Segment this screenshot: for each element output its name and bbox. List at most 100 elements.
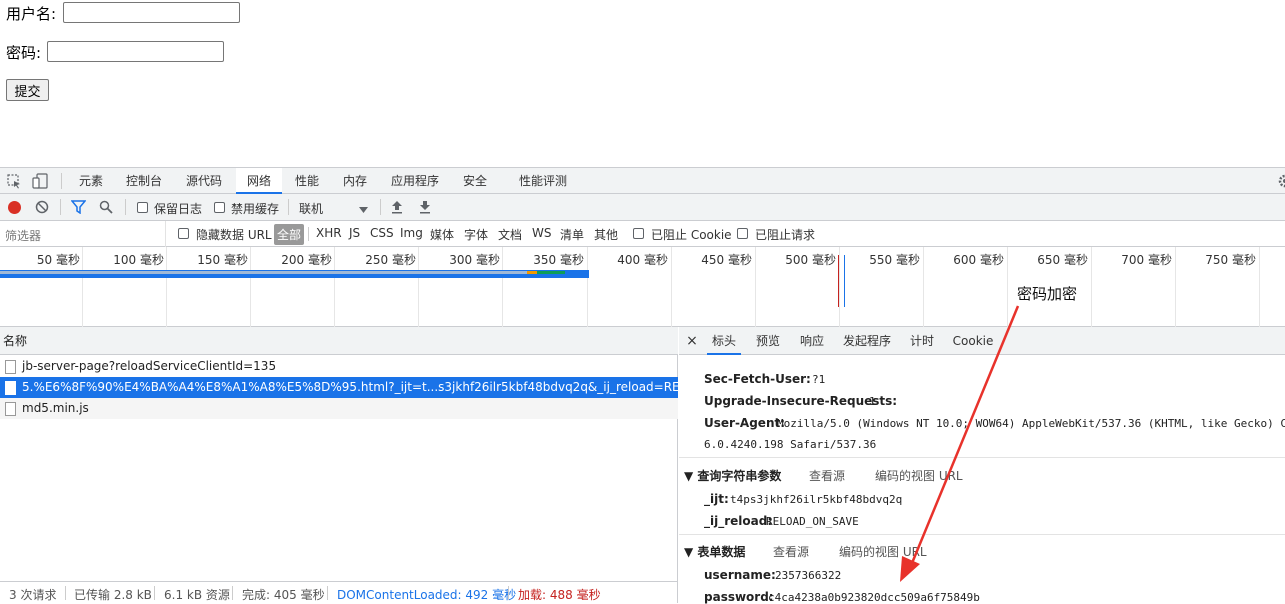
filter-icon[interactable] [70,200,87,217]
column-header-name[interactable]: 名称 [0,327,678,355]
devtools-panel: 元素 控制台 源代码 网络 性能 内存 应用程序 安全 性能评测 保留日志 禁用… [0,167,1285,604]
network-filterbar: 筛选器 隐藏数据 URL 全部 XHR JS CSS Img 媒体 字体 文档 … [0,221,1285,247]
password-input[interactable] [47,41,224,62]
header-value-continued: 6.0.4240.198 Safari/537.36 [704,438,877,451]
file-icon [5,381,16,395]
header-value: 1 [869,395,876,408]
tick-label: 750 毫秒 [1205,253,1256,267]
tab-console[interactable]: 控制台 [118,168,170,194]
request-row[interactable]: jb-server-page?reloadServiceClientId=135 [0,356,678,377]
form-key-username: username: [704,568,776,582]
header-value: Mozilla/5.0 (Windows NT 10.0; WOW64) App… [777,417,1285,430]
device-toolbar-icon[interactable] [32,173,48,192]
query-params-section[interactable]: ▼ 查询字符串参数 [684,467,781,484]
header-value: ?1 [812,373,826,386]
type-filter-other[interactable]: 其他 [594,226,618,243]
clear-icon[interactable] [35,200,49,217]
disable-cache-checkbox[interactable] [214,202,225,213]
type-filter-css[interactable]: CSS [370,226,394,240]
status-requests: 3 次请求 [9,588,57,602]
request-name: jb-server-page?reloadServiceClientId=135 [22,359,277,373]
type-filter-xhr[interactable]: XHR [316,226,342,240]
throttle-select[interactable]: 联机 [299,200,323,217]
disable-cache-label: 禁用缓存 [231,202,280,216]
tick-label: 450 毫秒 [701,253,752,267]
tick-label: 350 毫秒 [533,253,584,267]
tick-label: 650 毫秒 [1037,253,1088,267]
overview-bar [527,271,537,274]
tick-label: 100 毫秒 [113,253,164,267]
status-transferred: 已传输 2.8 kB [74,588,152,602]
type-filter-media[interactable]: 媒体 [430,226,454,243]
tick-label: 500 毫秒 [785,253,836,267]
close-icon[interactable]: × [685,327,699,355]
tick-label: 400 毫秒 [617,253,668,267]
tab-sources[interactable]: 源代码 [178,168,230,194]
type-filter-manifest[interactable]: 清单 [560,226,584,243]
blocked-cookies-checkbox[interactable] [633,228,644,239]
tab-initiator[interactable]: 发起程序 [839,327,895,355]
username-input[interactable] [63,2,240,23]
status-dcl: DOMContentLoaded: 492 毫秒 [337,588,517,602]
network-overview[interactable]: 50 毫秒 100 毫秒 150 毫秒 200 毫秒 250 毫秒 300 毫秒… [0,247,1285,327]
param-value: t4ps3jkhf26ilr5kbf48bdvq2q [730,493,903,506]
type-filter-doc[interactable]: 文档 [498,226,522,243]
tab-network[interactable]: 网络 [236,168,282,194]
request-row[interactable]: 5.%E6%8F%90%E4%BA%A4%E8%A1%A8%E5%8D%95.h… [0,377,678,398]
search-icon[interactable] [99,200,113,217]
type-filter-font[interactable]: 字体 [464,226,488,243]
blocked-requests-label: 已阻止请求 [755,228,816,242]
request-row[interactable]: md5.min.js [0,398,678,419]
request-name: md5.min.js [22,401,89,415]
tick-label: 50 毫秒 [36,253,80,267]
record-icon[interactable] [8,201,21,214]
type-filter-js[interactable]: JS [349,226,360,240]
header-key: Sec-Fetch-User: [704,372,811,386]
tick-label: 550 毫秒 [869,253,920,267]
tab-security[interactable]: 安全 [454,168,496,194]
network-statusbar: 3 次请求 已传输 2.8 kB 6.1 kB 资源 完成: 405 毫秒 DO… [0,581,678,603]
tick-label: 150 毫秒 [197,253,248,267]
preserve-log-label: 保留日志 [154,202,203,216]
hide-data-urls-label: 隐藏数据 URL [196,228,272,242]
tab-headers[interactable]: 标头 [707,327,741,355]
blocked-cookies-label: 已阻止 Cookie [651,228,732,242]
param-key: _ij_reload: [704,514,773,528]
tab-response[interactable]: 响应 [795,327,829,355]
form-data-section[interactable]: ▼ 表单数据 [684,543,745,560]
import-har-icon[interactable] [391,200,403,217]
tick-label: 600 毫秒 [953,253,1004,267]
tick-label: 700 毫秒 [1121,253,1172,267]
type-filter-ws[interactable]: WS [532,226,551,240]
tab-performance[interactable]: 性能 [286,168,328,194]
tab-memory[interactable]: 内存 [334,168,376,194]
header-key: User-Agent: [704,416,786,430]
export-har-icon[interactable] [419,200,431,217]
tick-label: 300 毫秒 [449,253,500,267]
chevron-down-icon[interactable] [359,203,368,217]
annotation-arrow [900,305,1020,582]
tab-elements[interactable]: 元素 [70,168,112,194]
settings-gear-icon[interactable] [1277,174,1285,191]
filter-input[interactable]: 筛选器 [5,227,41,244]
blocked-requests-checkbox[interactable] [737,228,748,239]
view-source-link[interactable]: 查看源 [773,543,809,560]
tab-preview[interactable]: 预览 [751,327,785,355]
view-source-link[interactable]: 查看源 [809,467,845,484]
type-filter-all[interactable]: 全部 [274,224,305,245]
tab-application[interactable]: 应用程序 [384,168,446,194]
param-key: _ijt: [704,492,729,506]
dcl-marker [844,255,845,307]
preserve-log-checkbox[interactable] [137,202,148,213]
form-value-username: 2357366322 [775,569,842,582]
request-list: 名称 jb-server-page?reloadServiceClientId=… [0,327,678,581]
tab-lighthouse[interactable]: 性能评测 [512,168,574,194]
password-label: 密码: [6,44,42,62]
overview-bar [537,271,565,274]
submit-button[interactable]: 提交 [6,79,49,101]
inspect-element-icon[interactable] [7,174,22,192]
devtools-tabbar: 元素 控制台 源代码 网络 性能 内存 应用程序 安全 性能评测 [0,168,1285,194]
type-filter-img[interactable]: Img [400,226,423,240]
tick-label: 200 毫秒 [281,253,332,267]
hide-data-urls-checkbox[interactable] [178,228,189,239]
